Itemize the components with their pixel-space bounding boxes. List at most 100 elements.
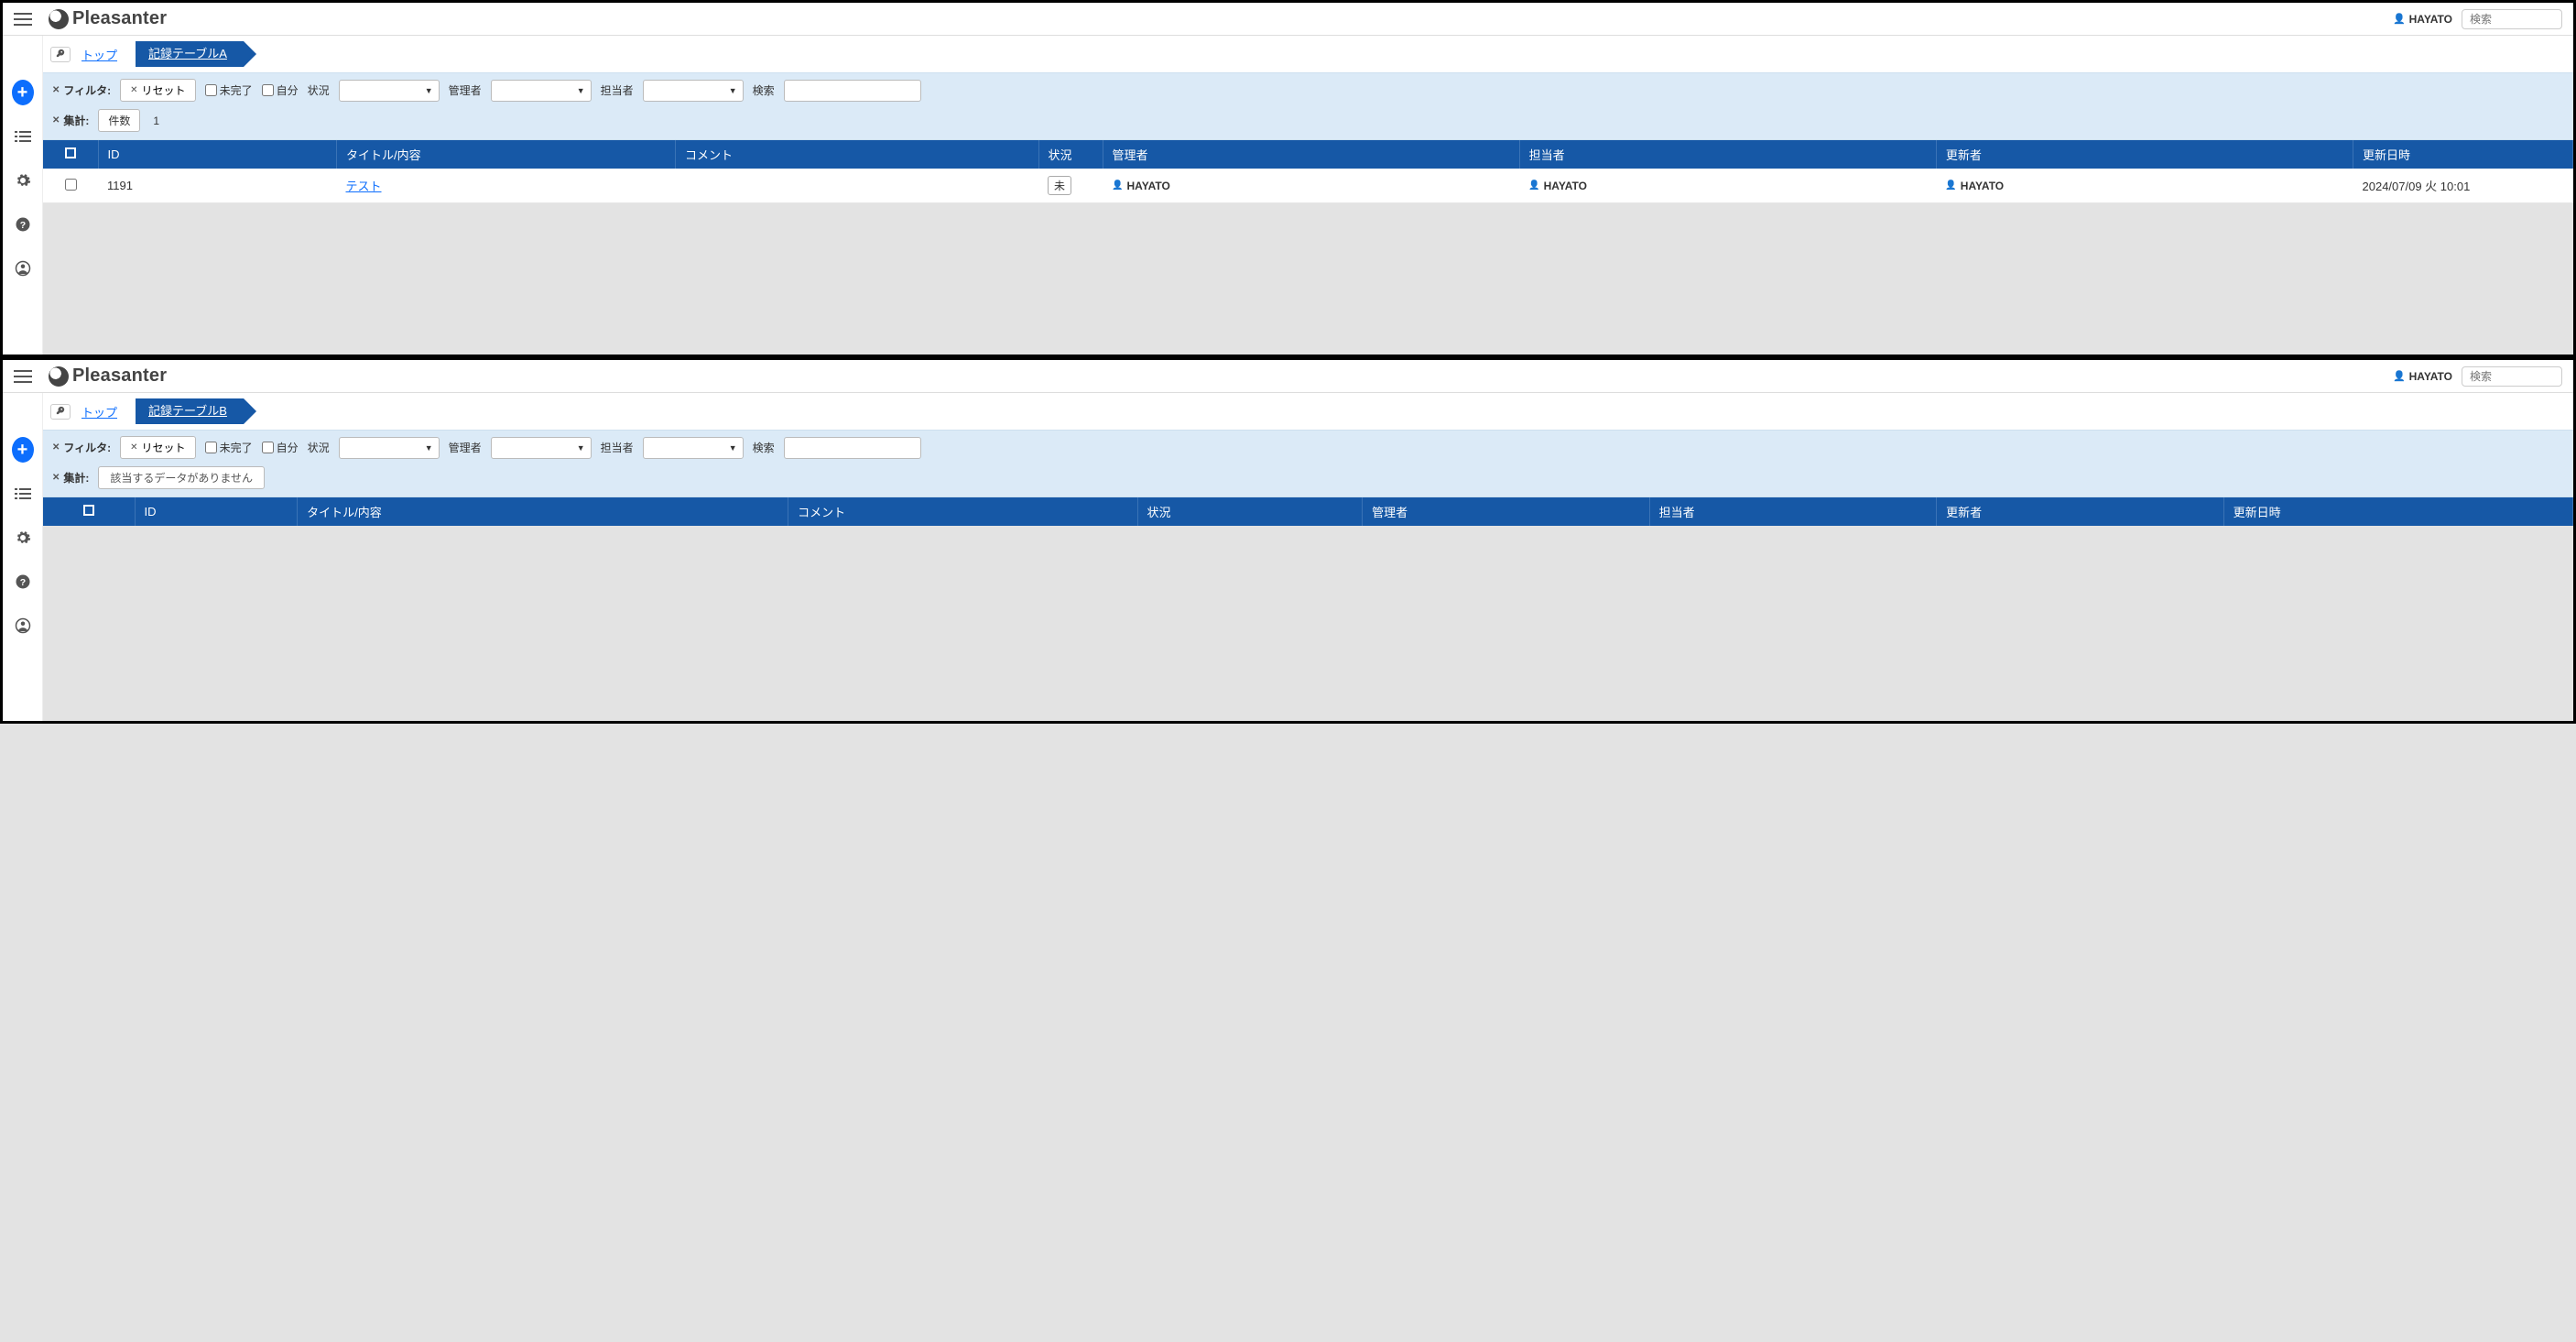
cell-updated: 2024/07/09 火 10:01 bbox=[2353, 169, 2573, 203]
filter-self-checkbox[interactable]: 自分 bbox=[262, 440, 299, 455]
gear-icon[interactable] bbox=[12, 527, 34, 549]
crumb-current[interactable]: 記録テーブルB bbox=[136, 398, 244, 424]
svg-text:?: ? bbox=[19, 220, 25, 231]
cell-comment bbox=[676, 169, 1039, 203]
filter-search-label: 検索 bbox=[753, 440, 775, 455]
brand-name: Pleasanter bbox=[72, 8, 167, 29]
filter-reset-button[interactable]: リセット bbox=[120, 79, 195, 102]
cell-manager: HAYATO bbox=[1112, 180, 1510, 192]
table-row[interactable]: 1191 テスト 未 HAYATO HAYATO HAYATO 2024/07/… bbox=[43, 169, 2573, 203]
select-all-checkbox[interactable] bbox=[83, 505, 94, 516]
filter-manager-select[interactable] bbox=[491, 80, 592, 102]
window-b: Pleasanter HAYATO + ? bbox=[0, 357, 2576, 724]
topbar: Pleasanter HAYATO bbox=[3, 3, 2573, 36]
aggregate-label: 集計: bbox=[52, 470, 89, 486]
crumb-top-link[interactable]: トップ bbox=[76, 46, 123, 63]
current-user[interactable]: HAYATO bbox=[2393, 370, 2452, 383]
col-comment[interactable]: コメント bbox=[788, 497, 1137, 526]
list-view-icon[interactable] bbox=[12, 125, 34, 147]
sidebar: + ? bbox=[3, 393, 43, 721]
filter-manager-label: 管理者 bbox=[449, 82, 482, 98]
filter-bar: フィルタ: リセット 未完了 自分 状況 管理者 担当者 検索 集計: 該当する… bbox=[43, 430, 2573, 497]
filter-reset-button[interactable]: リセット bbox=[120, 436, 195, 459]
filter-incomplete-checkbox[interactable]: 未完了 bbox=[205, 440, 253, 455]
data-grid: ID タイトル/内容 コメント 状況 管理者 担当者 更新者 更新日時 bbox=[43, 497, 2573, 526]
filter-label: フィルタ: bbox=[52, 440, 111, 455]
key-icon[interactable] bbox=[50, 404, 71, 420]
col-comment[interactable]: コメント bbox=[676, 140, 1039, 169]
col-updated[interactable]: 更新日時 bbox=[2223, 497, 2572, 526]
gear-icon[interactable] bbox=[12, 169, 34, 191]
brand-logo-icon bbox=[49, 366, 69, 387]
help-icon[interactable]: ? bbox=[12, 571, 34, 593]
breadcrumb: トップ 記録テーブルA bbox=[43, 36, 2573, 72]
menu-icon[interactable] bbox=[14, 13, 39, 26]
col-id[interactable]: ID bbox=[135, 497, 298, 526]
cell-updater: HAYATO bbox=[1945, 180, 2343, 192]
aggregate-count-value: 1 bbox=[149, 115, 159, 127]
breadcrumb: トップ 記録テーブルB bbox=[43, 393, 2573, 430]
filter-status-label: 状況 bbox=[308, 440, 330, 455]
aggregate-label: 集計: bbox=[52, 113, 89, 128]
list-view-icon[interactable] bbox=[12, 483, 34, 505]
filter-incomplete-checkbox[interactable]: 未完了 bbox=[205, 82, 253, 98]
global-search-input[interactable] bbox=[2462, 366, 2562, 387]
menu-icon[interactable] bbox=[14, 370, 39, 383]
add-icon[interactable]: + bbox=[12, 82, 34, 104]
filter-owner-select[interactable] bbox=[643, 80, 744, 102]
grid-header-row: ID タイトル/内容 コメント 状況 管理者 担当者 更新者 更新日時 bbox=[43, 140, 2573, 169]
col-owner[interactable]: 担当者 bbox=[1649, 497, 1936, 526]
col-status[interactable]: 状況 bbox=[1038, 140, 1103, 169]
aggregate-empty-message: 該当するデータがありません bbox=[98, 466, 265, 489]
filter-manager-select[interactable] bbox=[491, 437, 592, 459]
svg-text:?: ? bbox=[19, 577, 25, 588]
filter-search-label: 検索 bbox=[753, 82, 775, 98]
sidebar: + ? bbox=[3, 36, 43, 355]
col-title[interactable]: タイトル/内容 bbox=[337, 140, 676, 169]
col-owner[interactable]: 担当者 bbox=[1519, 140, 1936, 169]
cell-status-badge: 未 bbox=[1048, 176, 1071, 195]
brand[interactable]: Pleasanter bbox=[49, 8, 167, 29]
row-checkbox[interactable] bbox=[65, 179, 77, 191]
current-user[interactable]: HAYATO bbox=[2393, 13, 2452, 26]
filter-bar: フィルタ: リセット 未完了 自分 状況 管理者 担当者 検索 集計: 件数 bbox=[43, 72, 2573, 140]
filter-search-input[interactable] bbox=[784, 80, 921, 102]
cell-id: 1191 bbox=[98, 169, 337, 203]
filter-status-select[interactable] bbox=[339, 437, 440, 459]
cell-title-link[interactable]: テスト bbox=[346, 180, 382, 193]
window-a: Pleasanter HAYATO + ? bbox=[0, 0, 2576, 357]
cell-owner: HAYATO bbox=[1528, 180, 1927, 192]
brand-name: Pleasanter bbox=[72, 366, 167, 387]
filter-status-select[interactable] bbox=[339, 80, 440, 102]
col-manager[interactable]: 管理者 bbox=[1363, 497, 1649, 526]
brand-logo-icon bbox=[49, 9, 69, 29]
select-all-checkbox[interactable] bbox=[65, 147, 76, 158]
crumb-top-link[interactable]: トップ bbox=[76, 403, 123, 420]
filter-label: フィルタ: bbox=[52, 82, 111, 98]
account-icon[interactable] bbox=[12, 257, 34, 279]
help-icon[interactable]: ? bbox=[12, 213, 34, 235]
topbar: Pleasanter HAYATO bbox=[3, 360, 2573, 393]
filter-owner-label: 担当者 bbox=[601, 82, 634, 98]
col-id[interactable]: ID bbox=[98, 140, 337, 169]
col-title[interactable]: タイトル/内容 bbox=[298, 497, 788, 526]
col-manager[interactable]: 管理者 bbox=[1103, 140, 1519, 169]
brand[interactable]: Pleasanter bbox=[49, 366, 167, 387]
filter-owner-select[interactable] bbox=[643, 437, 744, 459]
filter-manager-label: 管理者 bbox=[449, 440, 482, 455]
filter-self-checkbox[interactable]: 自分 bbox=[262, 82, 299, 98]
add-icon[interactable]: + bbox=[12, 439, 34, 461]
crumb-current[interactable]: 記録テーブルA bbox=[136, 41, 244, 67]
data-grid: ID タイトル/内容 コメント 状況 管理者 担当者 更新者 更新日時 bbox=[43, 140, 2573, 203]
key-icon[interactable] bbox=[50, 47, 71, 62]
grid-header-row: ID タイトル/内容 コメント 状況 管理者 担当者 更新者 更新日時 bbox=[43, 497, 2573, 526]
col-status[interactable]: 状況 bbox=[1137, 497, 1363, 526]
col-updater[interactable]: 更新者 bbox=[1937, 497, 2223, 526]
account-icon[interactable] bbox=[12, 615, 34, 637]
aggregate-count-button[interactable]: 件数 bbox=[98, 109, 140, 132]
col-updater[interactable]: 更新者 bbox=[1936, 140, 2353, 169]
filter-owner-label: 担当者 bbox=[601, 440, 634, 455]
col-updated[interactable]: 更新日時 bbox=[2353, 140, 2573, 169]
filter-search-input[interactable] bbox=[784, 437, 921, 459]
global-search-input[interactable] bbox=[2462, 9, 2562, 29]
